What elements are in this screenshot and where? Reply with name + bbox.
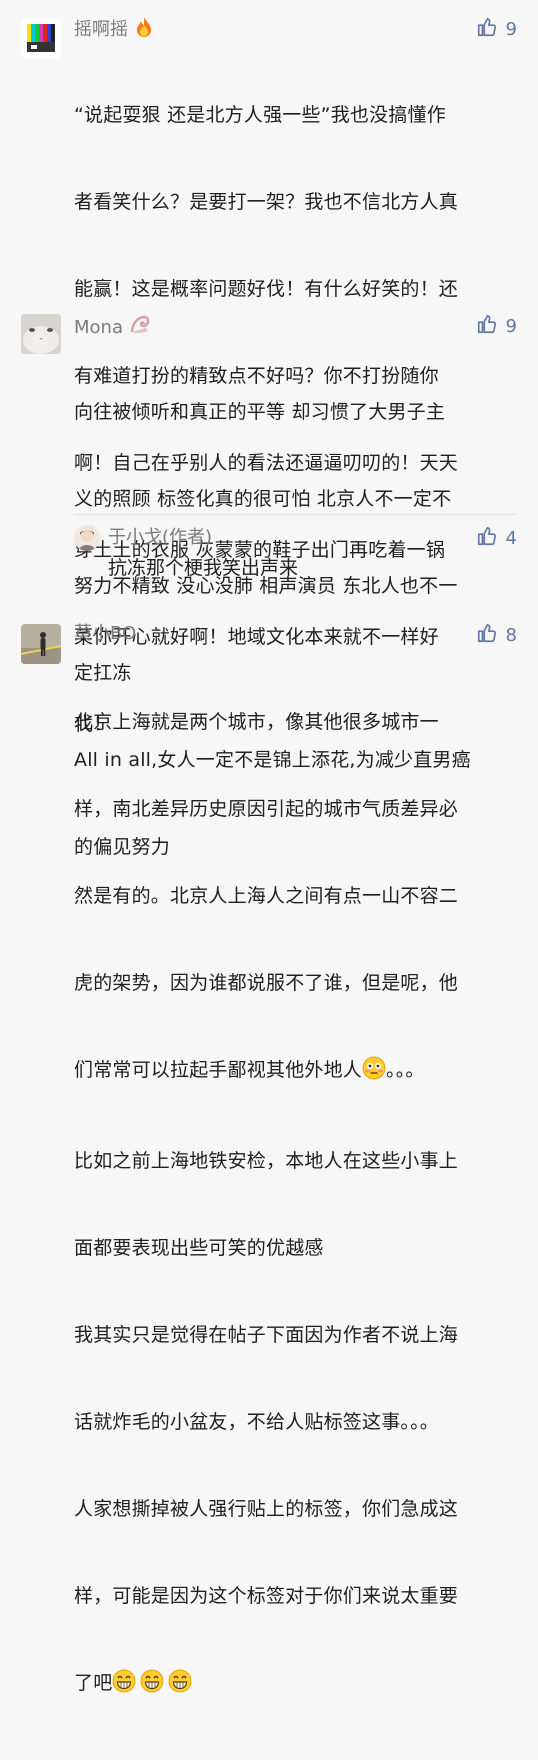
- grinning-face-icon: [168, 1669, 192, 1702]
- comment-line: 样，可能是因为这个标签对于你们来说太重要: [74, 1585, 459, 1607]
- like-count: 9: [505, 18, 517, 40]
- comment-line: 者看笑什么？是要打一架？我也不信北方人真: [74, 191, 459, 213]
- flushed-face-icon: [362, 1056, 386, 1089]
- comment-line-suffix: 。。。: [386, 1059, 425, 1081]
- fire-icon: [134, 16, 154, 44]
- thumbs-up-icon: [476, 622, 506, 649]
- commenter-name[interactable]: Mona: [74, 314, 151, 342]
- commenter-name[interactable]: 莫小BO: [74, 623, 136, 645]
- comment-text: 北京上海就是两个城市，像其他很多城市一 样，南北差异历史原因引起的城市气质差异必…: [74, 650, 524, 1760]
- like-count: 8: [505, 624, 517, 646]
- comment-line: 样，南北差异历史原因引起的城市气质差异必: [74, 798, 459, 820]
- shell-icon: [129, 314, 151, 342]
- thumbs-up-icon: [476, 16, 506, 43]
- comment-line: 能赢！这是概率问题好伐！有什么好笑的！还: [74, 278, 459, 300]
- comment-line: 然是有的。北京人上海人之间有点一山不容二: [74, 885, 459, 907]
- thumbs-up-icon: [476, 525, 506, 552]
- comment-line: 向往被倾听和真正的平等 却习惯了大男子主: [74, 401, 446, 423]
- comment-line: 们常常可以拉起手鄙视其他外地人 。。。: [74, 1056, 524, 1089]
- comment-line: 人家想撕掉被人强行贴上的标签，你们急成这: [74, 1498, 459, 1520]
- avatar[interactable]: [21, 624, 61, 664]
- commenter-name-text: 摇啊摇: [74, 19, 128, 40]
- comment-line: 面都要表现出些可笑的优越感: [74, 1237, 324, 1259]
- like-count: 9: [505, 315, 517, 337]
- like-count: 4: [505, 527, 517, 549]
- comment-line: 我其实只是觉得在帖子下面因为作者不说上海: [74, 1324, 459, 1346]
- avatar[interactable]: [21, 314, 61, 354]
- comment-line: 比如之前上海地铁安检，本地人在这些小事上: [74, 1150, 459, 1172]
- comment-line: 义的照顾 标签化真的很可怕 北京人不一定不: [74, 488, 452, 510]
- avatar[interactable]: [21, 18, 61, 58]
- reply-divider: [74, 514, 517, 515]
- comment-line: 话就炸毛的小盆友，不给人贴标签这事。。。: [74, 1411, 440, 1433]
- commenter-name-text: Mona: [74, 317, 123, 338]
- commenter-name[interactable]: 摇啊摇: [74, 16, 154, 44]
- like-button[interactable]: 8: [476, 623, 517, 647]
- author-name[interactable]: 于小戈(作者): [108, 527, 212, 549]
- grinning-face-icon: [140, 1669, 164, 1702]
- thumbs-up-icon: [476, 313, 506, 340]
- comment-line: “说起耍狠 还是北方人强一些”我也没搞懂作: [74, 104, 446, 126]
- like-button[interactable]: 9: [476, 17, 517, 41]
- comment-line: 虎的架势，因为谁都说服不了谁，但是呢，他: [74, 972, 459, 994]
- author-avatar[interactable]: [74, 525, 100, 551]
- comment-line: 了吧: [74, 1669, 524, 1702]
- like-button[interactable]: 9: [476, 314, 517, 338]
- comment-line-text: 了吧: [74, 1672, 113, 1694]
- like-button[interactable]: 4: [476, 526, 517, 550]
- grinning-face-icon: [112, 1669, 136, 1702]
- reply-text: 抗冻那个梗我笑出声来: [108, 557, 299, 579]
- comment-line: 北京上海就是两个城市，像其他很多城市一: [74, 711, 439, 733]
- comment-line-text: 们常常可以拉起手鄙视其他外地人: [74, 1059, 363, 1081]
